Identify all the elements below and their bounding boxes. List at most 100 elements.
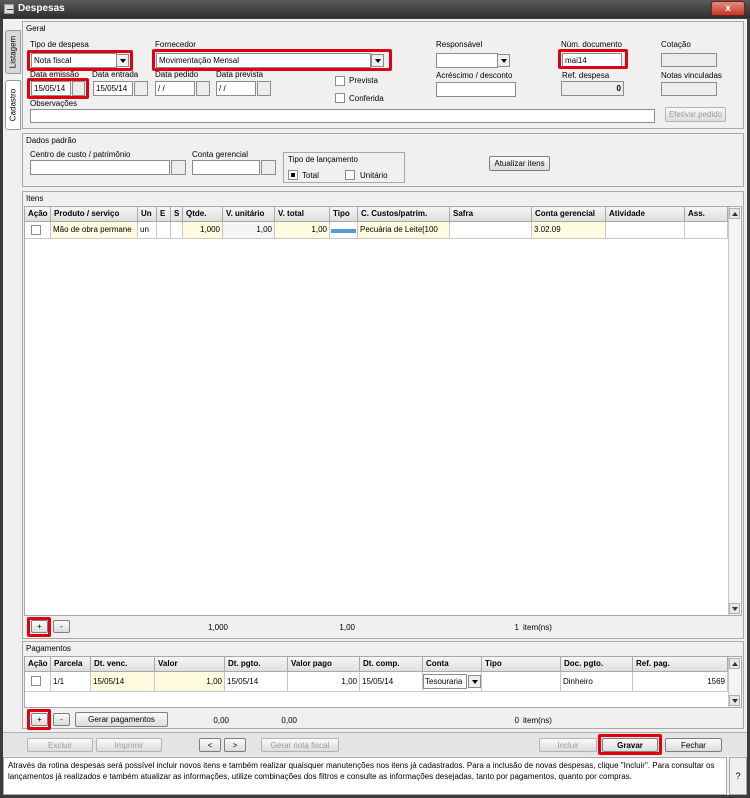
itens-cell-safra[interactable] bbox=[450, 222, 532, 239]
next-record-button[interactable]: > bbox=[224, 738, 246, 752]
itens-cell-conta[interactable]: 3.02.09 bbox=[532, 222, 606, 239]
itens-header-v-unitario: V. unitário bbox=[223, 207, 275, 222]
atualizar-itens-button[interactable]: Atualizar itens bbox=[489, 156, 550, 171]
tipo-indicator bbox=[331, 229, 356, 233]
prevista-checkbox[interactable] bbox=[335, 76, 345, 86]
itens-header-acao: Ação bbox=[25, 207, 51, 222]
pag-cell-conta-wrap: Tesouraria bbox=[423, 672, 482, 692]
acrescimo-field[interactable] bbox=[436, 82, 516, 97]
pag-cell-valor-pago[interactable]: 1,00 bbox=[288, 672, 360, 692]
data-entrada-calendar[interactable] bbox=[134, 81, 148, 96]
cotacao-field[interactable] bbox=[661, 53, 717, 67]
notas-vinculadas-label: Notas vinculadas bbox=[661, 71, 722, 80]
pag-cell-doc-pgto[interactable]: Dinheiro bbox=[561, 672, 633, 692]
pagamentos-title: Pagamentos bbox=[26, 644, 71, 653]
centro-custo-lookup[interactable] bbox=[171, 160, 186, 175]
itens-cell-un[interactable]: un bbox=[138, 222, 157, 239]
window-menu-icon[interactable] bbox=[4, 4, 14, 14]
data-entrada-field[interactable]: 15/05/14 bbox=[93, 81, 133, 96]
conta-gerencial-lookup[interactable] bbox=[261, 160, 276, 175]
responsavel-select[interactable] bbox=[436, 53, 498, 68]
conta-gerencial-label: Conta gerencial bbox=[192, 150, 249, 159]
title-bar: Despesas x bbox=[0, 0, 750, 18]
acrescimo-label: Acréscimo / desconto bbox=[436, 71, 513, 80]
fornecedor-select[interactable]: Movimentação Mensal bbox=[156, 53, 371, 68]
itens-scroll-down-icon[interactable] bbox=[729, 603, 740, 614]
pag-remove-button[interactable]: - bbox=[53, 713, 70, 726]
pag-cell-dt-pgto[interactable]: 15/05/14 bbox=[225, 672, 288, 692]
data-prevista-calendar[interactable] bbox=[257, 81, 271, 96]
itens-cell-v-total[interactable]: 1,00 bbox=[275, 222, 330, 239]
pag-add-button[interactable]: + bbox=[31, 713, 48, 726]
itens-add-button[interactable]: + bbox=[31, 620, 48, 633]
imprimir-button[interactable]: Imprimir bbox=[96, 738, 162, 752]
data-pedido-calendar[interactable] bbox=[196, 81, 210, 96]
data-emissao-label: Data emissão bbox=[30, 70, 79, 79]
pag-scroll-down-icon[interactable] bbox=[729, 695, 740, 706]
itens-total-valor: 1,00 bbox=[339, 623, 355, 632]
tipo-lancamento-label: Tipo de lançamento bbox=[288, 155, 358, 164]
data-entrada-label: Data entrada bbox=[92, 70, 139, 79]
itens-count-label: item(ns) bbox=[523, 623, 552, 632]
efetivar-pedido-button[interactable]: Efetivar pedido bbox=[665, 107, 726, 122]
gravar-button[interactable]: Gravar bbox=[602, 738, 658, 752]
pag-header-tipo: Tipo bbox=[482, 657, 561, 672]
pag-cell-dt-comp[interactable]: 15/05/14 bbox=[360, 672, 423, 692]
itens-cell-ass[interactable] bbox=[685, 222, 728, 239]
pag-conta-dropdown-icon[interactable] bbox=[468, 675, 481, 688]
excluir-button[interactable]: Excluir bbox=[27, 738, 93, 752]
tab-cadastro[interactable]: Cadastro bbox=[5, 80, 21, 130]
incluir-button[interactable]: Incluir bbox=[539, 738, 597, 752]
itens-remove-button[interactable]: - bbox=[53, 620, 70, 633]
itens-vertical-scrollbar[interactable] bbox=[728, 207, 740, 615]
itens-cell-e[interactable] bbox=[157, 222, 171, 239]
pag-header-valor-pago: Valor pago bbox=[288, 657, 360, 672]
num-documento-field[interactable]: mai14 bbox=[562, 53, 622, 67]
tipo-despesa-dropdown-icon[interactable] bbox=[116, 54, 129, 67]
data-emissao-calendar[interactable] bbox=[72, 81, 85, 96]
itens-cell-s[interactable] bbox=[171, 222, 183, 239]
fechar-button[interactable]: Fechar bbox=[665, 738, 722, 752]
data-emissao-field[interactable]: 15/05/14 bbox=[31, 81, 71, 96]
conta-gerencial-field[interactable] bbox=[192, 160, 260, 175]
pag-total-pago: 0,00 bbox=[281, 716, 297, 725]
itens-cell-v-unitario[interactable]: 1,00 bbox=[223, 222, 275, 239]
pag-scroll-up-icon[interactable] bbox=[729, 658, 740, 669]
observacoes-field[interactable] bbox=[30, 109, 655, 123]
pag-cell-dt-venc[interactable]: 15/05/14 bbox=[91, 672, 155, 692]
pag-cell-conta[interactable]: Tesouraria bbox=[423, 674, 467, 689]
prev-record-button[interactable]: < bbox=[199, 738, 221, 752]
itens-scroll-up-icon[interactable] bbox=[729, 208, 740, 219]
total-radio[interactable] bbox=[288, 170, 298, 180]
tipo-despesa-select[interactable]: Nota fiscal bbox=[31, 53, 117, 68]
unitario-radio[interactable] bbox=[345, 170, 355, 180]
itens-row-checkbox[interactable] bbox=[31, 225, 41, 235]
itens-cell-tipo[interactable] bbox=[330, 222, 358, 239]
pag-header-doc-pgto: Doc. pgto. bbox=[561, 657, 633, 672]
pag-cell-tipo[interactable] bbox=[482, 672, 561, 692]
responsavel-dropdown-icon[interactable] bbox=[497, 54, 510, 67]
tab-listagem[interactable]: Listagem bbox=[5, 30, 21, 74]
fornecedor-dropdown-icon[interactable] bbox=[371, 54, 384, 67]
gerar-pagamentos-button[interactable]: Gerar pagamentos bbox=[75, 712, 168, 727]
itens-header-produto: Produto / serviço bbox=[51, 207, 138, 222]
itens-cell-produto[interactable]: Mão de obra permane bbox=[51, 222, 138, 239]
pag-cell-ref-pag[interactable]: 1569 bbox=[633, 672, 728, 692]
itens-title: Itens bbox=[26, 194, 44, 203]
itens-cell-atividade[interactable] bbox=[606, 222, 685, 239]
itens-cell-custos[interactable]: Pecuária de Leite[100 bbox=[358, 222, 450, 239]
itens-cell-qtde[interactable]: 1,000 bbox=[183, 222, 223, 239]
pag-cell-parcela[interactable]: 1/1 bbox=[51, 672, 91, 692]
conferida-checkbox[interactable] bbox=[335, 93, 345, 103]
pag-row-acao bbox=[25, 672, 51, 692]
data-pedido-field[interactable]: / / bbox=[155, 81, 195, 96]
centro-custo-field[interactable] bbox=[30, 160, 170, 175]
notas-vinculadas-field[interactable] bbox=[661, 82, 717, 96]
cotacao-label: Cotação bbox=[661, 40, 691, 49]
help-button[interactable]: ? bbox=[729, 757, 747, 795]
pag-row-checkbox[interactable] bbox=[31, 676, 41, 686]
data-prevista-field[interactable]: / / bbox=[216, 81, 256, 96]
close-button[interactable]: x bbox=[711, 1, 745, 16]
gerar-nota-fiscal-button[interactable]: Gerar nota fiscal bbox=[261, 738, 339, 752]
pag-cell-valor[interactable]: 1,00 bbox=[155, 672, 225, 692]
